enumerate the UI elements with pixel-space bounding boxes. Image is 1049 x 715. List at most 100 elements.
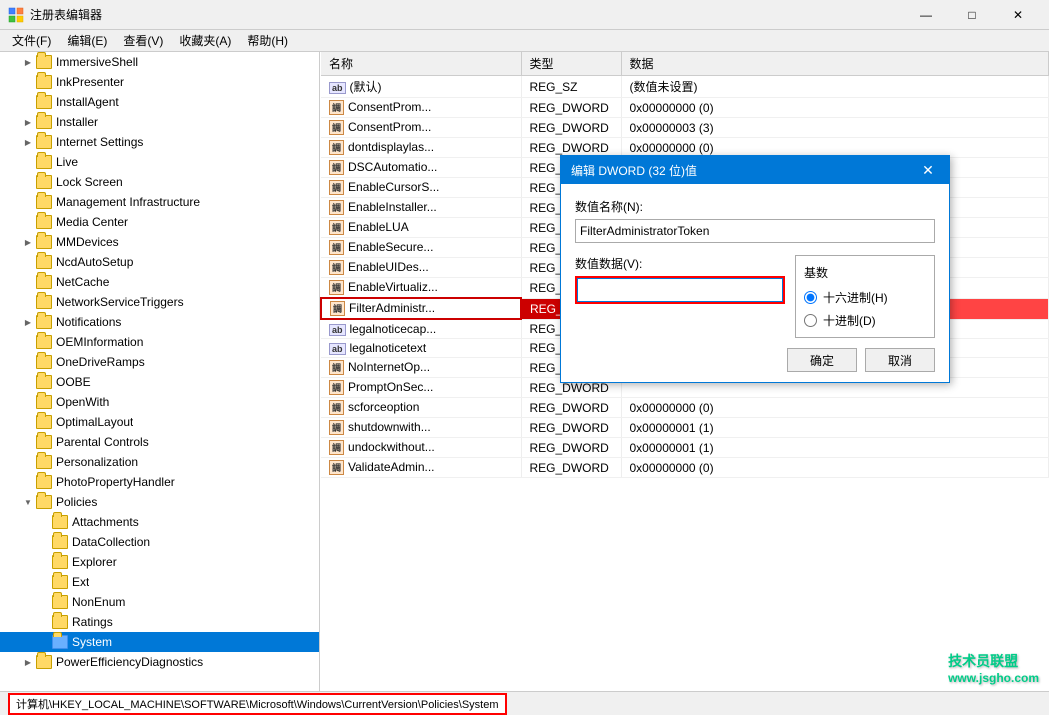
radio-dec-text: 十进制(D) [823,312,876,329]
tree-arrow [20,474,36,490]
tree-arrow [20,654,36,670]
tree-item-ext[interactable]: Ext [0,572,319,592]
dialog-title: 编辑 DWORD (32 位)值 [571,162,917,179]
tree-item-oobe[interactable]: OOBE [0,372,319,392]
tree-arrow [36,634,52,650]
tree-arrow [20,294,36,310]
folder-icon [36,195,52,209]
menu-favorites[interactable]: 收藏夹(A) [171,30,239,51]
dialog-ok-button[interactable]: 确定 [787,348,857,372]
tree-arrow [36,614,52,630]
table-row[interactable]: 調ValidateAdmin... REG_DWORD 0x00000000 (… [321,458,1049,478]
tree-item-internetsettings[interactable]: Internet Settings [0,132,319,152]
tree-item-personalization[interactable]: Personalization [0,452,319,472]
tree-item-inkpresenter[interactable]: InkPresenter [0,72,319,92]
tree-item-mediacenter[interactable]: Media Center [0,212,319,232]
folder-icon [52,595,68,609]
folder-icon [52,615,68,629]
menu-edit[interactable]: 编辑(E) [59,30,115,51]
col-name: 名称 [321,52,521,76]
minimize-button[interactable]: — [903,0,949,30]
folder-icon [52,515,68,529]
edit-dword-dialog: 编辑 DWORD (32 位)值 ✕ 数值名称(N): 数值数据(V): 基数 [560,155,950,383]
dialog-base-section: 基数 十六进制(H) 十进制(D) [795,255,935,338]
table-row[interactable]: 調undockwithout... REG_DWORD 0x00000001 (… [321,438,1049,458]
dialog-name-input[interactable] [575,219,935,243]
tree-item-onedriveramps[interactable]: OneDriveRamps [0,352,319,372]
tree-arrow [20,354,36,370]
tree-item-immersiveshell[interactable]: ImmersiveShell [0,52,319,72]
tree-item-mgmtinfra[interactable]: Management Infrastructure [0,192,319,212]
tree-item-openwith[interactable]: OpenWith [0,392,319,412]
tree-item-oeminformation[interactable]: OEMInformation [0,332,319,352]
table-row[interactable]: 調scforceoption REG_DWORD 0x00000000 (0) [321,398,1049,418]
menu-help[interactable]: 帮助(H) [239,30,296,51]
close-button[interactable]: ✕ [995,0,1041,30]
table-row[interactable]: 調ConsentProm... REG_DWORD 0x00000000 (0) [321,98,1049,118]
watermark-line2: www.jsgho.com [948,671,1039,685]
radio-dec-label[interactable]: 十进制(D) [804,312,926,329]
tree-item-mmdevices[interactable]: MMDevices [0,232,319,252]
tree-arrow [20,194,36,210]
tree-arrow [20,214,36,230]
tree-arrow [20,494,36,510]
tree-arrow [20,94,36,110]
tree-item-policies[interactable]: Policies [0,492,319,512]
tree-item-optimallayout[interactable]: OptimalLayout [0,412,319,432]
tree-item-parentalcontrols[interactable]: Parental Controls [0,432,319,452]
tree-item-ncdautosetup[interactable]: NcdAutoSetup [0,252,319,272]
folder-icon [36,155,52,169]
dialog-cancel-button[interactable]: 取消 [865,348,935,372]
folder-icon [52,635,68,649]
tree-item-explorer[interactable]: Explorer [0,552,319,572]
tree-arrow [36,574,52,590]
radio-hex-label[interactable]: 十六进制(H) [804,289,926,306]
dialog-data-input[interactable] [577,278,783,302]
folder-icon [36,315,52,329]
tree-item-installagent[interactable]: InstallAgent [0,92,319,112]
dialog-close-button[interactable]: ✕ [917,159,939,181]
tree-arrow [20,414,36,430]
tree-panel[interactable]: ImmersiveShell InkPresenter InstallAgent… [0,52,320,691]
menu-view[interactable]: 查看(V) [115,30,171,51]
status-path: 计算机\HKEY_LOCAL_MACHINE\SOFTWARE\Microsof… [8,693,507,715]
tree-item-notifications[interactable]: Notifications [0,312,319,332]
folder-icon [36,215,52,229]
menu-file[interactable]: 文件(F) [4,30,59,51]
folder-icon [36,375,52,389]
tree-arrow [20,394,36,410]
folder-icon [36,55,52,69]
tree-item-powerefficiency[interactable]: PowerEfficiencyDiagnostics [0,652,319,672]
watermark-line1: 技术员联盟 [948,651,1039,671]
tree-item-attachments[interactable]: Attachments [0,512,319,532]
tree-item-ratings[interactable]: Ratings [0,612,319,632]
radio-hex-text: 十六进制(H) [823,289,888,306]
folder-icon [36,255,52,269]
folder-icon [36,355,52,369]
tree-item-system[interactable]: System [0,632,319,652]
tree-arrow [20,334,36,350]
table-row[interactable]: 調ConsentProm... REG_DWORD 0x00000003 (3) [321,118,1049,138]
table-row[interactable]: 調shutdownwith... REG_DWORD 0x00000001 (1… [321,418,1049,438]
tree-item-live[interactable]: Live [0,152,319,172]
tree-item-installer[interactable]: Installer [0,112,319,132]
maximize-button[interactable]: □ [949,0,995,30]
folder-icon [36,335,52,349]
table-row[interactable]: ab(默认) REG_SZ (数值未设置) [321,76,1049,98]
tree-item-photopropertyhandler[interactable]: PhotoPropertyHandler [0,472,319,492]
tree-arrow [20,74,36,90]
tree-item-lockscreen[interactable]: Lock Screen [0,172,319,192]
radio-dec-input[interactable] [804,314,817,327]
tree-item-networkservicetriggers[interactable]: NetworkServiceTriggers [0,292,319,312]
tree-arrow [36,554,52,570]
folder-icon [36,395,52,409]
tree-item-datacollection[interactable]: DataCollection [0,532,319,552]
tree-item-netcache[interactable]: NetCache [0,272,319,292]
tree-arrow [20,454,36,470]
tree-item-nonenum[interactable]: NonEnum [0,592,319,612]
radio-hex-input[interactable] [804,291,817,304]
tree-arrow [20,154,36,170]
folder-icon [36,475,52,489]
folder-icon [36,275,52,289]
col-type: 类型 [521,52,621,76]
